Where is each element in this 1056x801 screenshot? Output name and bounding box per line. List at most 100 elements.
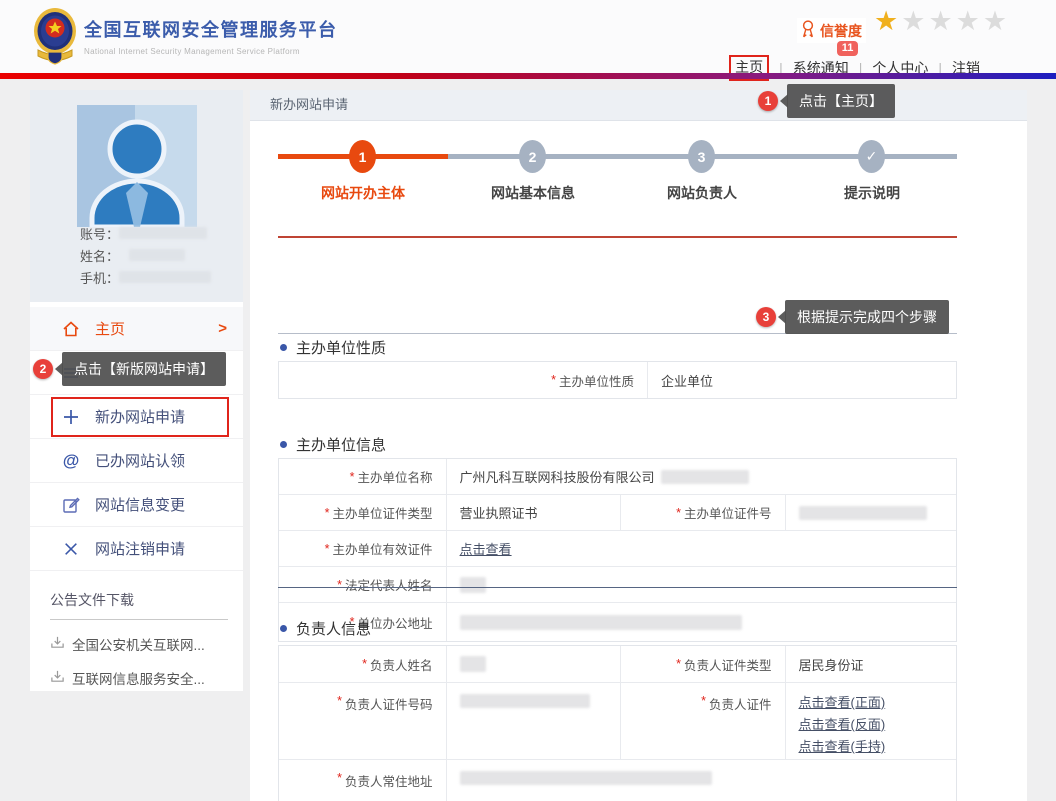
unit-info-table: * 主办单位名称 广州凡科互联网科技股份有限公司 * 主办单位证件类型 营业执照… <box>278 458 957 642</box>
site-title-block: 全国互联网安全管理服务平台 National Internet Security… <box>84 16 338 56</box>
x-icon <box>60 538 82 560</box>
police-badge-icon <box>33 6 77 66</box>
person-info-table: * 负责人姓名 * 负责人证件类型 居民身份证 * 负责人证件号码 <box>278 645 957 801</box>
downloads-divider <box>50 619 228 620</box>
sidebar-item-label: 已办网站认领 <box>95 450 185 471</box>
name-label: 姓名： <box>80 246 119 265</box>
redacted-value <box>460 656 486 672</box>
step-circle-2: 2 <box>519 140 546 173</box>
edit-icon <box>60 494 82 516</box>
annotation-3-tooltip: 根据提示完成四个步骤 <box>785 300 949 334</box>
annotation-1-number: 1 <box>758 91 778 111</box>
download-link-1[interactable]: 全国公安机关互联网... <box>50 634 228 654</box>
download-link-2[interactable]: 互联网信息服务安全... <box>50 668 228 688</box>
reputation: 信誉度 <box>797 18 866 43</box>
medal-icon <box>801 19 815 42</box>
sidebar-item-change[interactable]: 网站信息变更 <box>30 483 243 527</box>
section-title-unit-info: 主办单位信息 <box>280 434 386 455</box>
sidebar: 账号： 姓名： 手机： 主页 <box>30 90 243 691</box>
person-addr-value <box>446 760 956 801</box>
at-icon: @ <box>60 450 82 472</box>
view-id-back-link[interactable]: 点击查看(反面) <box>799 714 886 736</box>
section-title-unit-nature: 主办单位性质 <box>280 337 386 358</box>
sidebar-item-cancel[interactable]: 网站注销申请 <box>30 527 243 571</box>
field-label: * 法定代表人姓名 <box>279 567 446 602</box>
notification-badge: 11 <box>837 41 859 56</box>
profile-info: 账号： 姓名： 手机： <box>80 222 211 288</box>
header: 全国互联网安全管理服务平台 National Internet Security… <box>0 0 1056 73</box>
account-label: 账号： <box>80 224 119 243</box>
redacted-value <box>460 577 486 593</box>
field-label: * 主办单位有效证件 <box>279 531 446 566</box>
section-bullet <box>280 441 287 448</box>
person-cert-links: 点击查看(正面) 点击查看(反面) 点击查看(手持) <box>785 683 957 759</box>
annotation-1: 1 点击【主页】 <box>758 84 895 118</box>
star-icon: ★ <box>901 6 928 36</box>
step-circle-3: 3 <box>688 140 715 173</box>
view-cert-link[interactable]: 点击查看 <box>460 539 512 558</box>
section-bullet <box>280 625 287 632</box>
section-bullet <box>280 344 287 351</box>
redacted-name-value <box>129 249 185 261</box>
sidebar-item-new-site[interactable]: 新办网站申请 <box>30 395 243 439</box>
field-label: * 主办单位证件类型 <box>279 495 446 530</box>
section-title-person-info: 负责人信息 <box>280 618 371 639</box>
downloads-title: 公告文件下载 <box>50 590 228 610</box>
sidebar-item-label: 新办网站申请 <box>95 406 185 427</box>
star-icon: ★ <box>874 6 901 36</box>
star-icon: ★ <box>983 6 1010 36</box>
annotation-2-number: 2 <box>33 359 53 379</box>
step-label-1: 网站开办主体 <box>288 183 438 203</box>
redacted-phone-value <box>119 271 211 283</box>
view-id-front-link[interactable]: 点击查看(正面) <box>799 692 886 714</box>
annotation-3: 3 根据提示完成四个步骤 <box>756 300 949 334</box>
person-cert-type-value: 居民身份证 <box>785 646 957 682</box>
annotation-2: 2 点击【新版网站申请】 <box>33 352 226 386</box>
section-divider-dark <box>278 587 957 588</box>
view-id-hold-link[interactable]: 点击查看(手持) <box>799 736 886 758</box>
redacted-value <box>460 694 590 708</box>
reputation-label: 信誉度 <box>820 21 862 41</box>
person-name-value <box>446 646 620 682</box>
unit-valid-cert-cell: 点击查看 <box>446 531 956 566</box>
step-indicator: 1 2 3 ✓ 网站开办主体 网站基本信息 网站负责人 提示说明 <box>250 121 1027 237</box>
download-label: 互联网信息服务安全... <box>72 668 205 688</box>
star-icon: ★ <box>928 6 955 36</box>
field-label: * 负责人姓名 <box>279 646 446 682</box>
legal-rep-value <box>446 567 956 602</box>
redacted-value <box>661 470 749 484</box>
site-title: 全国互联网安全管理服务平台 <box>84 16 338 42</box>
header-accent-bar <box>0 73 1056 79</box>
star-icon: ★ <box>956 6 983 36</box>
steps-underline <box>278 236 957 238</box>
main-panel: 新办网站申请 1 2 3 ✓ 网站开办主体 网站基本信息 网站负责人 提示说明 … <box>250 90 1027 801</box>
sidebar-item-home[interactable]: 主页 > <box>30 307 243 351</box>
redacted-value <box>460 771 712 785</box>
step-circle-4-check: ✓ <box>858 140 885 173</box>
sidebar-item-label: 网站信息变更 <box>95 494 185 515</box>
field-label: * 负责人证件类型 <box>620 646 785 682</box>
field-label: * 负责人证件号码 <box>279 683 446 759</box>
redacted-value <box>460 615 742 630</box>
sidebar-item-label: 网站注销申请 <box>95 538 185 559</box>
field-label: * 主办单位证件号 <box>620 495 785 530</box>
sidebar-item-label: 主页 <box>95 318 125 339</box>
download-icon <box>50 669 65 687</box>
unit-name-value: 广州凡科互联网科技股份有限公司 <box>446 459 956 494</box>
annotation-3-number: 3 <box>756 307 776 327</box>
annotation-1-tooltip: 点击【主页】 <box>787 84 895 118</box>
field-label: * 主办单位性质 <box>279 362 647 398</box>
unit-nature-value: 企业单位 <box>647 362 956 398</box>
downloads-section: 公告文件下载 全国公安机关互联网... 互联网信息服务安全... <box>50 590 228 688</box>
page: 全国互联网安全管理服务平台 National Internet Security… <box>0 0 1056 801</box>
avatar <box>77 105 197 227</box>
unit-nature-table: * 主办单位性质 企业单位 <box>278 361 957 399</box>
home-icon <box>60 318 82 340</box>
phone-label: 手机： <box>80 268 119 287</box>
sidebar-item-claim[interactable]: @ 已办网站认领 <box>30 439 243 483</box>
step-circle-1: 1 <box>349 140 376 173</box>
unit-cert-no-value <box>785 495 957 530</box>
field-label: * 主办单位名称 <box>279 459 446 494</box>
step-label-4: 提示说明 <box>797 183 947 203</box>
redacted-value <box>799 506 927 520</box>
